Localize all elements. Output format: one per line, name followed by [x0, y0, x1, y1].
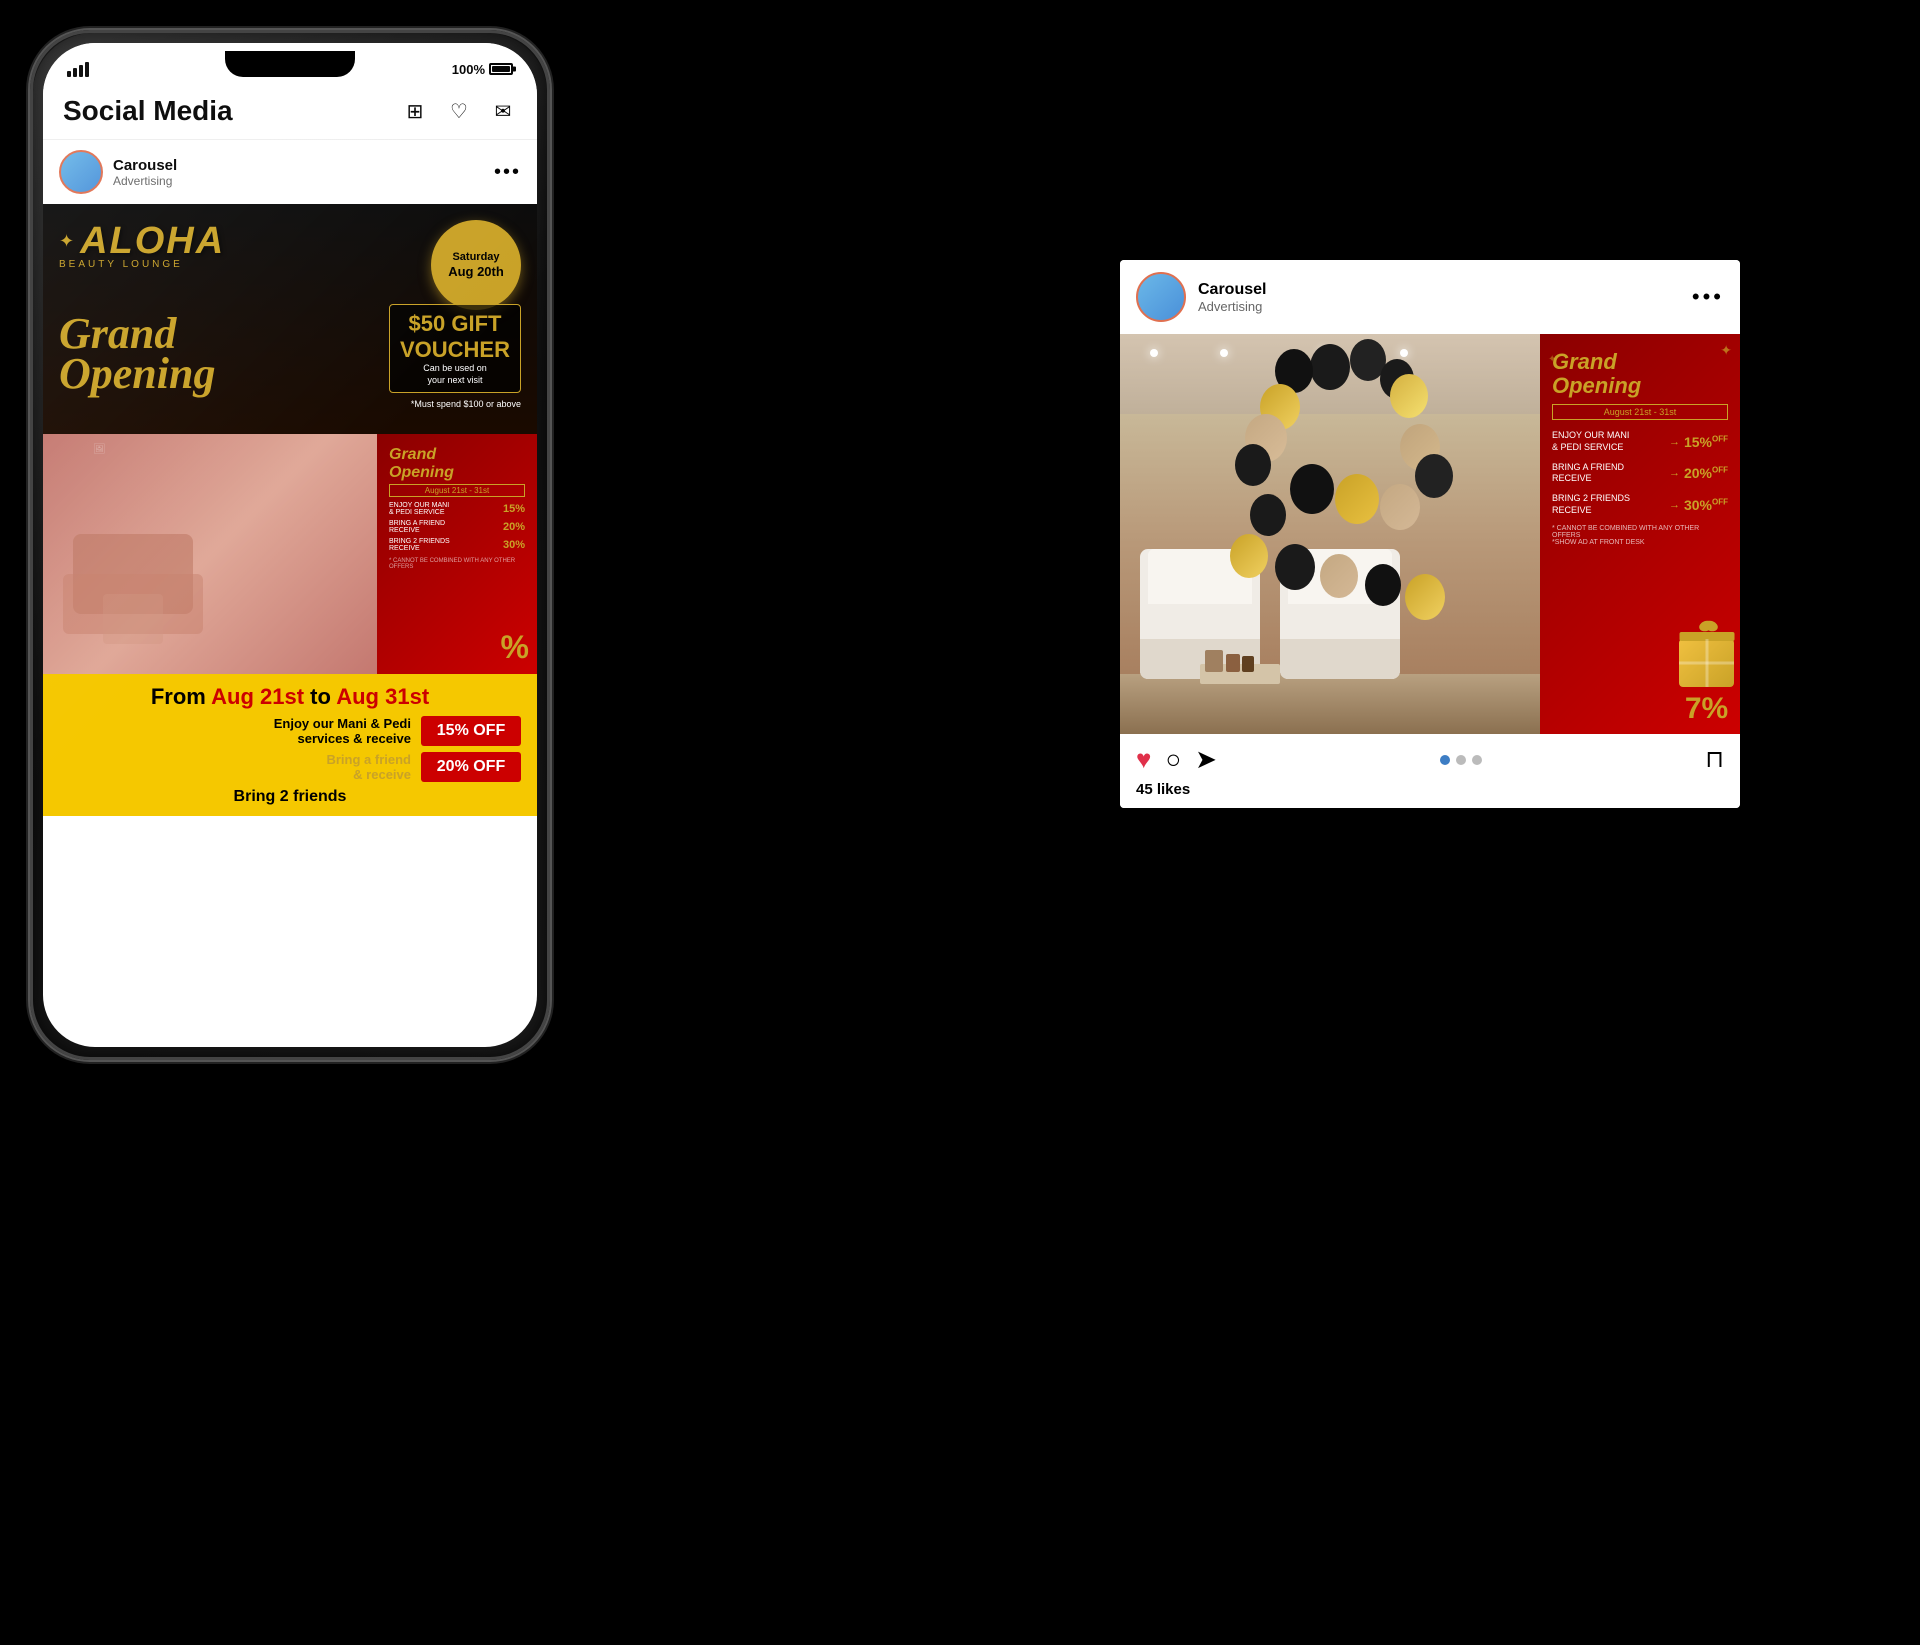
service-row-1: Enjoy our Mani & Pediservices & receive … [59, 716, 521, 746]
pink-section: 🖼 GrandOpening August 21st - 31st ENJOY … [43, 434, 537, 674]
phone-notch [225, 51, 355, 77]
ig-user-info: Carousel Advertising [1198, 281, 1266, 314]
aloha-brand: ALOHA [80, 220, 225, 263]
ig-service-row-2: BRING A FRIENDRECEIVE → 20%OFF [1552, 462, 1728, 485]
ig-banner-dates: August 21st - 31st [1552, 404, 1728, 420]
phone-bottom-section: From Aug 21st to Aug 31st Enjoy our Mani… [43, 674, 537, 816]
ig-comment-icon[interactable]: ○ [1165, 744, 1181, 775]
signal-icon [67, 62, 89, 77]
add-icon[interactable]: ⊞ [401, 97, 429, 125]
ig-share-icon[interactable]: ➤ [1195, 744, 1217, 775]
phone-nav: Social Media ⊞ ♡ ✉ [43, 87, 537, 140]
status-battery: 100% [452, 62, 513, 77]
ig-dot-3[interactable] [1472, 755, 1482, 765]
ig-header: Carousel Advertising ••• [1120, 260, 1740, 334]
salon-photo [1120, 334, 1540, 734]
service-label-2: Bring a friend& receive [59, 752, 421, 782]
service-row-2: Bring a friend& receive 20% OFF [59, 752, 521, 782]
phone-grand-overlay: GrandOpening August 21st - 31st ENJOY OU… [377, 434, 537, 674]
ig-bookmark-icon[interactable]: ⊓ [1705, 745, 1724, 774]
bring-friends: Bring 2 friends [59, 788, 521, 806]
must-spend: *Must spend $100 or above [59, 399, 521, 409]
overlay-title: GrandOpening [389, 446, 525, 481]
ig-username: Carousel [1198, 281, 1266, 299]
gift-label: Can be used onyour next visit [400, 363, 510, 386]
overlay-big-pct: % [501, 629, 529, 666]
heart-icon[interactable]: ♡ [445, 97, 473, 125]
phone-post-user: Carousel Advertising [59, 150, 177, 194]
ig-dot-2[interactable] [1456, 755, 1466, 765]
ig-service-row-3: BRING 2 FRIENDSRECEIVE → 30%OFF [1552, 493, 1728, 516]
phone-mockup: 11: 11 a.m. 100% Social Media ⊞ ♡ ✉ [30, 30, 550, 1060]
grand-opening-top: ✦ ALOHA BEAUTY LOUNGE Saturday Aug 20th … [43, 204, 537, 434]
gift-amount2: VOUCHER [400, 337, 510, 363]
ig-image-area: ✦ ✦ GrandOpening August 21st - 31st ENJO… [1120, 334, 1740, 734]
discount-2: 20% OFF [421, 752, 521, 782]
phone-outer: 11: 11 a.m. 100% Social Media ⊞ ♡ ✉ [30, 30, 550, 1060]
ig-actions: ♥ ○ ➤ ⊓ [1120, 734, 1740, 781]
phone-content: ✦ ALOHA BEAUTY LOUNGE Saturday Aug 20th … [43, 204, 537, 1040]
ig-banner-title: GrandOpening [1552, 350, 1728, 398]
gift-amount: $50 GIFT [400, 311, 510, 337]
service-label-1: Enjoy our Mani & Pediservices & receive [59, 716, 421, 746]
ig-user-subtitle: Advertising [1198, 299, 1266, 314]
phone-username: Carousel [113, 157, 177, 174]
ig-more-button[interactable]: ••• [1692, 284, 1724, 310]
ig-dot-1[interactable] [1440, 755, 1450, 765]
ig-service-row-1: ENJOY OUR MANI& PEDI SERVICE → 15%OFF [1552, 430, 1728, 453]
date-range: From Aug 21st to Aug 31st [59, 684, 521, 710]
ig-actions-left: ♥ ○ ➤ [1136, 744, 1217, 775]
phone-screen: 11: 11 a.m. 100% Social Media ⊞ ♡ ✉ [43, 43, 537, 1047]
ig-avatar [1136, 272, 1186, 322]
ig-likes: 45 likes [1120, 781, 1740, 808]
phone-more-button[interactable]: ••• [494, 161, 521, 184]
nav-icons: ⊞ ♡ ✉ [401, 97, 517, 125]
phone-post-header: Carousel Advertising ••• [43, 140, 537, 204]
ig-user: Carousel Advertising [1136, 272, 1266, 322]
battery-icon [489, 63, 513, 75]
ig-grand-opening-banner: ✦ ✦ GrandOpening August 21st - 31st ENJO… [1540, 334, 1740, 734]
saturday-badge: Saturday Aug 20th [431, 220, 521, 310]
ig-heart-icon[interactable]: ♥ [1136, 744, 1151, 775]
phone-avatar [59, 150, 103, 194]
ig-gift-icon-area: 7% [1679, 639, 1734, 724]
ig-banner-note: * CANNOT BE COMBINED WITH ANY OTHER OFFE… [1552, 525, 1728, 546]
discount-1: 15% OFF [421, 716, 521, 746]
phone-user-subtitle: Advertising [113, 174, 177, 188]
instagram-post: Carousel Advertising ••• [1120, 260, 1740, 808]
phone-user-info: Carousel Advertising [113, 157, 177, 188]
overlay-dates: August 21st - 31st [389, 484, 525, 497]
gift-voucher-box: $50 GIFT VOUCHER Can be used onyour next… [389, 304, 521, 393]
ig-carousel-dots [1440, 755, 1482, 765]
messenger-icon[interactable]: ✉ [489, 97, 517, 125]
nav-title: Social Media [63, 95, 233, 127]
salon-photo-area: 🖼 [43, 434, 377, 674]
